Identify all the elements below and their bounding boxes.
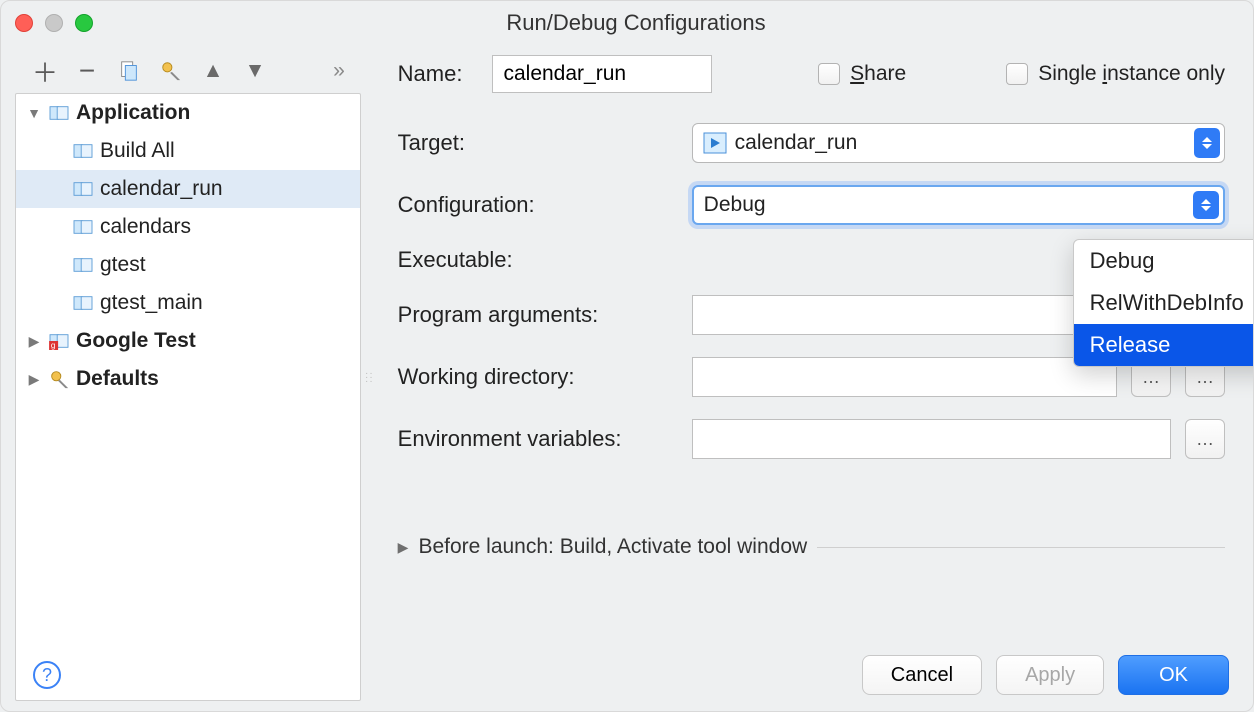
chevron-up-down-icon [1193,191,1219,219]
tree-category-label: Application [76,101,190,125]
target-executable-icon [703,132,727,154]
cancel-button[interactable]: Cancel [862,655,982,695]
program-arguments-label: Program arguments: [398,302,678,328]
move-down-button[interactable]: ▼ [243,59,267,83]
environment-variables-input[interactable] [692,419,1171,459]
ok-button[interactable]: OK [1118,655,1229,695]
run-debug-configurations-dialog: Run/Debug Configurations ＋ − ▲ ▼ » [0,0,1254,712]
tree-item-label: Build All [100,139,175,163]
defaults-icon [48,368,70,390]
separator [817,547,1225,548]
window-controls [15,14,93,32]
window-title: Run/Debug Configurations [93,10,1179,36]
executable-label: Executable: [398,247,678,273]
name-input[interactable] [492,55,712,93]
target-select[interactable]: calendar_run [692,123,1225,163]
tree-item-label: gtest [100,253,146,277]
target-value: calendar_run [735,131,858,155]
expand-icon: ▶ [26,333,42,350]
run-config-icon [72,256,94,274]
chevron-up-down-icon [1194,128,1220,158]
edit-templates-button[interactable] [159,59,183,83]
chevron-right-icon: ▶ [398,539,409,556]
run-config-icon [72,142,94,160]
tree-item-build-all[interactable]: Build All [16,132,360,170]
dialog-footer: ? Cancel Apply OK [1,639,1253,711]
tree-item-label: calendar_run [100,177,223,201]
checkbox-icon [818,63,840,85]
single-instance-label: Single instance only [1038,62,1225,86]
working-directory-label: Working directory: [398,364,678,390]
configuration-value: Debug [704,193,766,217]
svg-text:g: g [51,341,56,350]
expand-icon: ▼ [26,105,42,121]
configuration-option-relwithdebinfo[interactable]: RelWithDebInfo [1074,282,1254,324]
tree-item-gtest[interactable]: gtest [16,246,360,284]
configuration-option-release[interactable]: Release [1074,324,1254,366]
configuration-tree[interactable]: ▼ Application Build All calendar_run cal… [15,93,361,701]
tree-category-label: Google Test [76,329,196,353]
tree-category-label: Defaults [76,367,159,391]
tree-item-gtest-main[interactable]: gtest_main [16,284,360,322]
before-launch-section[interactable]: ▶ Before launch: Build, Activate tool wi… [398,535,1225,559]
share-checkbox[interactable]: Share [818,62,906,86]
minimize-window-button[interactable] [45,14,63,32]
application-icon [48,104,70,122]
titlebar: Run/Debug Configurations [1,1,1253,45]
sidebar: ＋ − ▲ ▼ » ▼ Application [1,45,365,711]
remove-configuration-button[interactable]: − [75,59,99,83]
single-instance-checkbox[interactable]: Single instance only [1006,62,1225,86]
tree-item-label: calendars [100,215,191,239]
environment-variables-label: Environment variables: [398,426,678,452]
share-label: Share [850,62,906,86]
target-label: Target: [398,130,678,156]
checkbox-icon [1006,63,1028,85]
configuration-select[interactable]: Debug [692,185,1225,225]
tree-item-calendars[interactable]: calendars [16,208,360,246]
resize-grip-icon[interactable]: ······ [365,372,380,384]
before-launch-label: Before launch: Build, Activate tool wind… [418,535,807,559]
configuration-label: Configuration: [398,192,678,218]
tree-item-label: gtest_main [100,291,203,315]
tree-item-calendar-run[interactable]: calendar_run [16,170,360,208]
working-directory-input[interactable] [692,357,1117,397]
zoom-window-button[interactable] [75,14,93,32]
run-config-icon [72,294,94,312]
tree-category-google-test[interactable]: ▶ g Google Test [16,322,360,360]
copy-configuration-button[interactable] [117,59,141,83]
tree-category-application[interactable]: ▼ Application [16,94,360,132]
add-configuration-button[interactable]: ＋ [33,59,57,83]
tree-category-defaults[interactable]: ▶ Defaults [16,360,360,398]
apply-button[interactable]: Apply [996,655,1104,695]
configuration-option-debug[interactable]: Debug [1074,240,1254,282]
help-button[interactable]: ? [33,661,61,689]
name-label: Name: [398,61,463,87]
sidebar-toolbar: ＋ − ▲ ▼ » [15,55,361,93]
move-up-button[interactable]: ▲ [201,59,225,83]
close-window-button[interactable] [15,14,33,32]
edit-environment-variables-button[interactable]: … [1185,419,1225,459]
configuration-form: Name: Share Single instance only Target: [380,45,1253,711]
more-actions-button[interactable]: » [327,59,351,83]
google-test-icon: g [48,332,70,350]
configuration-dropdown: Debug RelWithDebInfo Release [1073,239,1254,367]
expand-icon: ▶ [26,371,42,388]
run-config-icon [72,180,94,198]
run-config-icon [72,218,94,236]
